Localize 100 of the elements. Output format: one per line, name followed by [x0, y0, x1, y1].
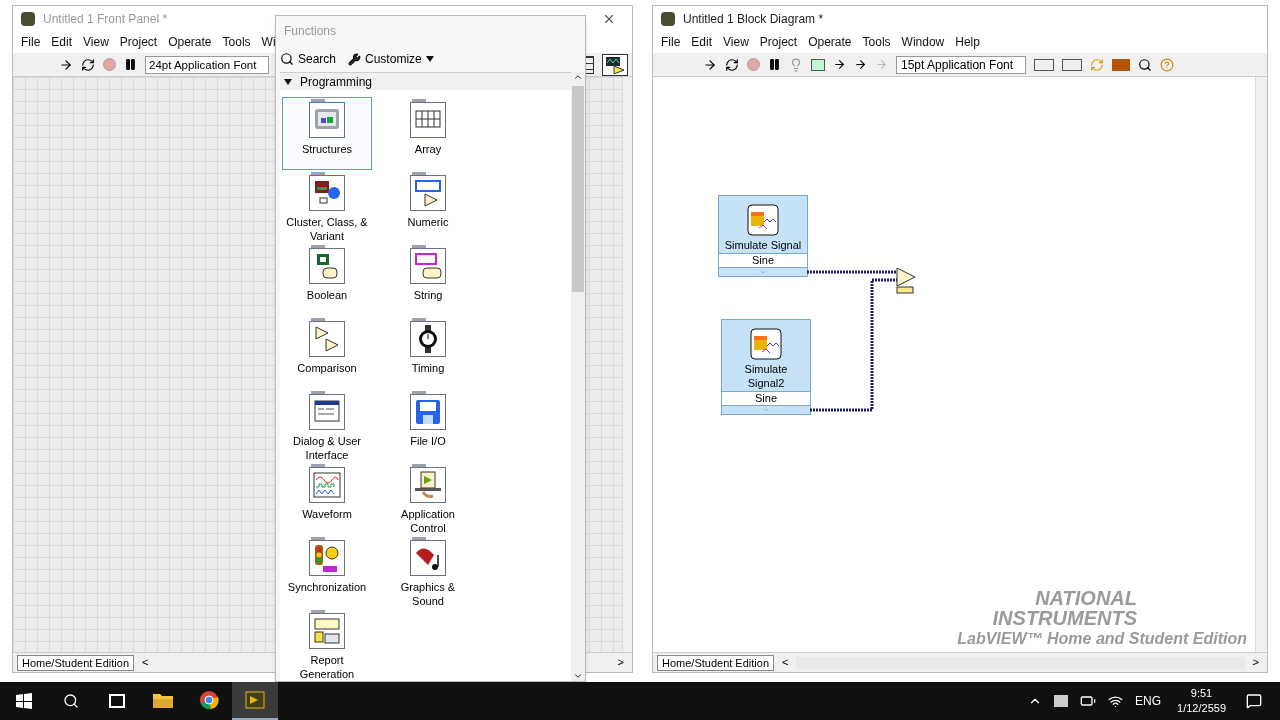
palette-item[interactable]: Comparison — [282, 316, 372, 389]
clock-date: 1/12/2559 — [1177, 701, 1226, 716]
menu-item[interactable]: Project — [759, 33, 798, 51]
search-button[interactable]: Search — [280, 50, 337, 68]
palette-item[interactable]: Cluster, Class, & Variant — [282, 170, 372, 243]
string-palette-icon — [410, 248, 446, 284]
scrollbar-thumb[interactable] — [572, 86, 584, 292]
run-continuously-icon[interactable] — [81, 57, 95, 72]
scroll-up-icon[interactable] — [573, 72, 583, 82]
wifi-icon[interactable] — [1108, 693, 1124, 709]
search-icon — [280, 52, 294, 66]
numeric-palette-icon — [410, 175, 446, 211]
appcontrol-palette-icon — [410, 467, 446, 503]
menu-item[interactable]: Tools — [862, 33, 891, 51]
structures-palette-icon — [309, 102, 345, 138]
palette-item[interactable]: Synchronization — [282, 535, 372, 608]
dialog-palette-icon — [309, 394, 345, 430]
step-into-icon[interactable] — [833, 58, 846, 71]
customize-button[interactable]: Customize — [348, 50, 434, 68]
menu-item[interactable]: View — [83, 33, 109, 51]
scroll-right-button[interactable]: > — [1248, 654, 1263, 671]
menu-item[interactable]: File — [661, 33, 681, 51]
palette-item[interactable]: Dialog & User Interface — [282, 389, 372, 462]
signal-icon — [750, 328, 782, 360]
array-palette-icon — [410, 102, 446, 138]
notification-icon[interactable] — [1246, 693, 1262, 709]
watermark-text: INSTRUMENTS — [992, 608, 1137, 628]
watermark-text: LabVIEW™ Home and Student Edition — [957, 629, 1247, 649]
palette-item[interactable]: Report Generation — [282, 608, 372, 681]
menu-item[interactable]: Wi — [261, 33, 276, 51]
add-node[interactable] — [896, 268, 916, 294]
comparison-palette-icon — [309, 321, 345, 357]
palette-item[interactable]: Application Control — [376, 462, 480, 535]
report-palette-icon — [309, 613, 345, 649]
window-title: Untitled 1 Front Panel * — [43, 10, 168, 28]
search-icon[interactable] — [1138, 57, 1152, 72]
caret-icon — [425, 56, 434, 62]
window-title: Untitled 1 Block Diagram * — [683, 10, 824, 28]
palette-item[interactable]: Array — [376, 97, 480, 170]
battery-icon[interactable] — [1080, 693, 1097, 709]
labview-icon — [21, 11, 35, 26]
folder-icon — [152, 691, 174, 709]
start-icon[interactable] — [16, 693, 32, 709]
labview-icon — [245, 691, 265, 709]
boolean-palette-icon — [309, 248, 345, 284]
palette-item[interactable]: Graphics & Sound — [376, 535, 480, 608]
watermark-text: NATIONAL — [1035, 588, 1137, 608]
palette-item[interactable]: Waveform — [282, 462, 372, 535]
palette-item[interactable]: Structures — [282, 97, 372, 170]
menu-item[interactable]: Tools — [222, 33, 251, 51]
palette-item[interactable]: File I/O — [376, 389, 480, 462]
run-icon[interactable] — [703, 57, 717, 72]
palette-item[interactable]: String — [376, 243, 480, 316]
labview-icon — [661, 11, 675, 26]
category-header[interactable]: Programming — [280, 73, 571, 90]
node-label: Simulate Signal2 — [743, 362, 789, 390]
taskbar-app[interactable] — [232, 682, 278, 720]
help-icon[interactable] — [1160, 57, 1174, 72]
menu-item[interactable]: Operate — [168, 33, 212, 51]
palette-title: Functions — [284, 23, 337, 40]
menu-item[interactable]: Edit — [51, 33, 73, 51]
language-indicator[interactable]: ENG — [1135, 692, 1162, 710]
sync-palette-icon — [309, 540, 345, 576]
menu-item[interactable]: View — [723, 33, 749, 51]
palette-item[interactable]: Timing — [376, 316, 480, 389]
font-dropdown[interactable]: 15pt Application Font — [896, 55, 1026, 74]
clock-time: 9:51 — [1190, 686, 1213, 701]
menu-item[interactable]: File — [21, 33, 41, 51]
pause-icon[interactable] — [768, 58, 781, 71]
palette-item[interactable]: Numeric — [376, 170, 480, 243]
pause-icon[interactable] — [124, 58, 137, 71]
run-continuously-icon[interactable] — [725, 57, 739, 72]
menu-item[interactable]: Operate — [808, 33, 852, 51]
search-icon[interactable] — [63, 693, 79, 709]
menu-item[interactable]: Window — [901, 33, 945, 51]
browser-icon — [199, 690, 219, 710]
menu-item[interactable]: Edit — [691, 33, 713, 51]
font-dropdown[interactable]: 24pt Application Font — [145, 55, 269, 74]
simulate-signal-node[interactable]: Simulate Signal Sine — [718, 195, 808, 277]
menu-item[interactable]: Project — [119, 33, 158, 51]
node-output-field[interactable]: Sine — [719, 253, 807, 268]
scroll-left-button[interactable]: < — [138, 654, 153, 671]
step-over-icon[interactable] — [854, 58, 867, 71]
run-icon[interactable] — [59, 57, 73, 72]
simulate-signal-node[interactable]: Simulate Signal2 Sine — [721, 319, 811, 415]
palette-item[interactable]: Boolean — [282, 243, 372, 316]
cluster-palette-icon — [309, 175, 345, 211]
scroll-right-button[interactable]: > — [613, 654, 628, 671]
file-palette-icon — [410, 394, 446, 430]
node-output-field[interactable]: Sine — [722, 391, 810, 406]
waveform-palette-icon — [309, 467, 345, 503]
scroll-down-icon[interactable] — [573, 671, 583, 681]
menu-item[interactable]: Help — [955, 33, 980, 51]
task-view-icon[interactable] — [109, 694, 125, 708]
signal-icon — [747, 204, 779, 236]
graphics-palette-icon — [410, 540, 446, 576]
status-label: Home/Student Edition — [657, 654, 774, 671]
timing-palette-icon — [410, 321, 446, 357]
node-label: Simulate Signal — [723, 238, 803, 252]
scroll-left-button[interactable]: < — [778, 654, 793, 671]
